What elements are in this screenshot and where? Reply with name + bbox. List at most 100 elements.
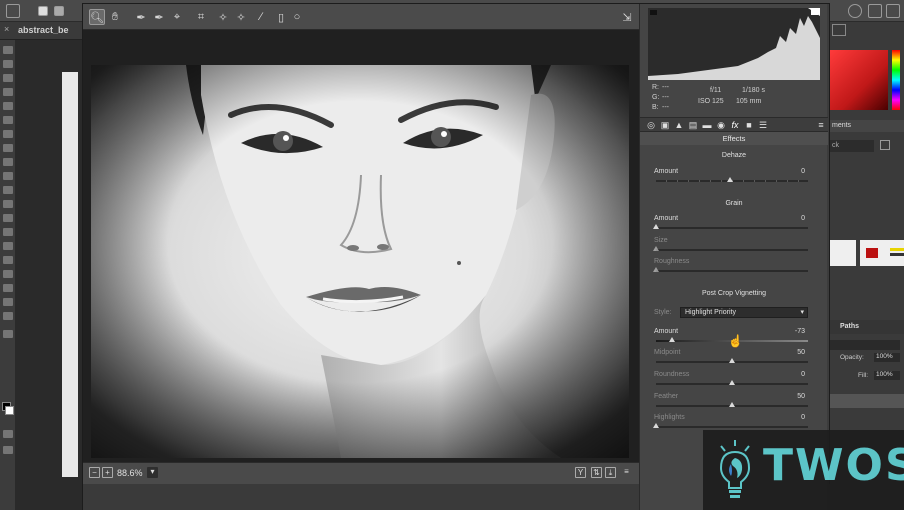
magic-wand-tool-icon[interactable] [3, 88, 13, 96]
toggle-preview-icon[interactable]: ≡ [621, 467, 632, 478]
radial-filter-tool-icon[interactable]: ○ [289, 9, 305, 25]
portrait-photo[interactable] [91, 65, 629, 458]
rect-marquee-icon[interactable] [38, 6, 48, 16]
panel-icon[interactable] [832, 24, 846, 36]
vignette-amount-thumb[interactable] [669, 337, 675, 342]
share-icon[interactable] [886, 4, 900, 18]
camera-calibration-tab-icon[interactable]: ■ [744, 120, 754, 130]
zoom-tool-icon[interactable]: 🔍︎ [89, 9, 105, 25]
tone-curve-tab-icon[interactable]: ▣ [660, 120, 670, 130]
highlights-slider[interactable] [656, 426, 808, 428]
screen-mode-icon[interactable] [3, 446, 13, 454]
swatch-tile[interactable] [830, 240, 856, 266]
zoom-dropdown[interactable]: ▾ [147, 467, 158, 478]
lasso-tool-icon[interactable] [3, 74, 13, 82]
grain-amount-value[interactable]: 0 [801, 215, 805, 222]
adjustments-tab[interactable]: ments [826, 120, 904, 132]
hsl-tab-icon[interactable]: ▤ [688, 120, 698, 130]
document-tab[interactable]: abstract_be [18, 25, 69, 35]
fill-input[interactable]: 100% [874, 371, 900, 380]
stamp-tool-icon[interactable] [3, 158, 13, 166]
midpoint-thumb[interactable] [729, 358, 735, 363]
grain-amount-thumb[interactable] [653, 224, 659, 229]
dodge-tool-icon[interactable] [3, 228, 13, 236]
feather-value[interactable]: 50 [797, 393, 805, 400]
grain-size-thumb[interactable] [653, 246, 659, 251]
gradient-tool-icon[interactable] [3, 200, 13, 208]
zoom-in-button[interactable]: + [102, 467, 113, 478]
adjustment-brush-tool-icon[interactable]: ∕ [253, 9, 269, 25]
close-icon[interactable]: × [4, 24, 9, 34]
crop-tool-icon[interactable]: ⌗ [193, 9, 209, 25]
zoom-tool-icon[interactable] [3, 312, 13, 320]
graduated-filter-tool-icon[interactable]: ▯ [273, 9, 289, 25]
background-color-swatch[interactable] [5, 406, 14, 415]
blur-tool-icon[interactable] [3, 214, 13, 222]
detail-tab-icon[interactable]: ▲ [674, 120, 684, 130]
grain-size-slider[interactable] [656, 249, 808, 251]
feather-thumb[interactable] [729, 402, 735, 407]
split-toning-tab-icon[interactable]: ▬ [702, 120, 712, 130]
search-icon[interactable] [848, 4, 862, 18]
quick-mask-icon[interactable] [3, 430, 13, 438]
eraser-tool-icon[interactable] [3, 186, 13, 194]
hand-tool-icon[interactable] [3, 298, 13, 306]
path-select-tool-icon[interactable] [3, 270, 13, 278]
vignette-style-select[interactable]: Highlight Priority ▾ [680, 307, 808, 318]
targeted-adjustment-tool-icon[interactable]: ⌖ [169, 9, 185, 25]
portrait-illustration [91, 65, 629, 458]
basic-tab-icon[interactable]: ◎ [646, 120, 656, 130]
shape-tool-icon[interactable] [3, 284, 13, 292]
red-eye-tool-icon[interactable]: ✧ [233, 9, 249, 25]
color-picker-field[interactable] [830, 50, 888, 110]
white-balance-tool-icon[interactable]: ✒ [133, 9, 149, 25]
workspace-icon[interactable] [868, 4, 882, 18]
effects-tab-icon[interactable]: fx [730, 120, 740, 130]
lens-tab-icon[interactable]: ◉ [716, 120, 726, 130]
history-brush-tool-icon[interactable] [3, 172, 13, 180]
layer-row[interactable] [826, 394, 904, 408]
swap-before-after-icon[interactable]: ⇅ [591, 467, 602, 478]
grain-roughness-slider[interactable] [656, 270, 808, 272]
eyedropper-tool-icon[interactable] [3, 116, 13, 124]
healing-tool-icon[interactable] [3, 130, 13, 138]
toggle-before-after-icon[interactable]: Y [575, 467, 586, 478]
roundness-value[interactable]: 0 [801, 371, 805, 378]
roundness-thumb[interactable] [729, 380, 735, 385]
edit-toolbar-icon[interactable] [3, 330, 13, 338]
open-preferences-icon[interactable]: ⇲ [619, 9, 635, 25]
crop-tool-icon[interactable] [3, 102, 13, 110]
home-icon[interactable] [6, 4, 20, 18]
shadow-clipping-icon[interactable] [650, 10, 657, 15]
grid-view-icon[interactable] [880, 140, 890, 150]
marquee-tool-icon[interactable] [3, 60, 13, 68]
grain-roughness-thumb[interactable] [653, 267, 659, 272]
hand-tool-icon[interactable]: ✋︎ [107, 9, 123, 25]
type-tool-icon[interactable] [3, 256, 13, 264]
copy-settings-icon[interactable]: ⤓ [605, 467, 616, 478]
move-tool-icon[interactable] [3, 46, 13, 54]
swatch-search[interactable]: ck [830, 140, 874, 152]
spot-removal-tool-icon[interactable]: ✧ [215, 9, 231, 25]
midpoint-value[interactable]: 50 [797, 349, 805, 356]
vignette-amount-value[interactable]: -73 [795, 328, 805, 335]
presets-tab-icon[interactable]: ☰ [758, 120, 768, 130]
hue-slider[interactable] [892, 50, 900, 110]
r-value: --- [662, 84, 669, 91]
brush-tool-icon[interactable] [3, 144, 13, 152]
dehaze-amount-thumb[interactable] [727, 177, 733, 182]
paths-tab[interactable]: Paths [826, 320, 904, 334]
blend-mode-select[interactable] [830, 340, 900, 350]
color-sampler-tool-icon[interactable]: ✒ [151, 9, 167, 25]
zoom-out-button[interactable]: − [89, 467, 100, 478]
pen-tool-icon[interactable] [3, 242, 13, 250]
grain-amount-slider[interactable] [656, 227, 808, 229]
highlights-thumb[interactable] [653, 423, 659, 428]
add-selection-icon[interactable] [54, 6, 64, 16]
opacity-input[interactable]: 100% [874, 353, 900, 362]
red-swatch[interactable] [866, 248, 878, 258]
dehaze-amount-value[interactable]: 0 [801, 168, 805, 175]
highlight-clipping-icon[interactable] [811, 10, 818, 15]
highlights-value[interactable]: 0 [801, 414, 805, 421]
panel-menu-icon[interactable]: ≡ [816, 120, 826, 130]
